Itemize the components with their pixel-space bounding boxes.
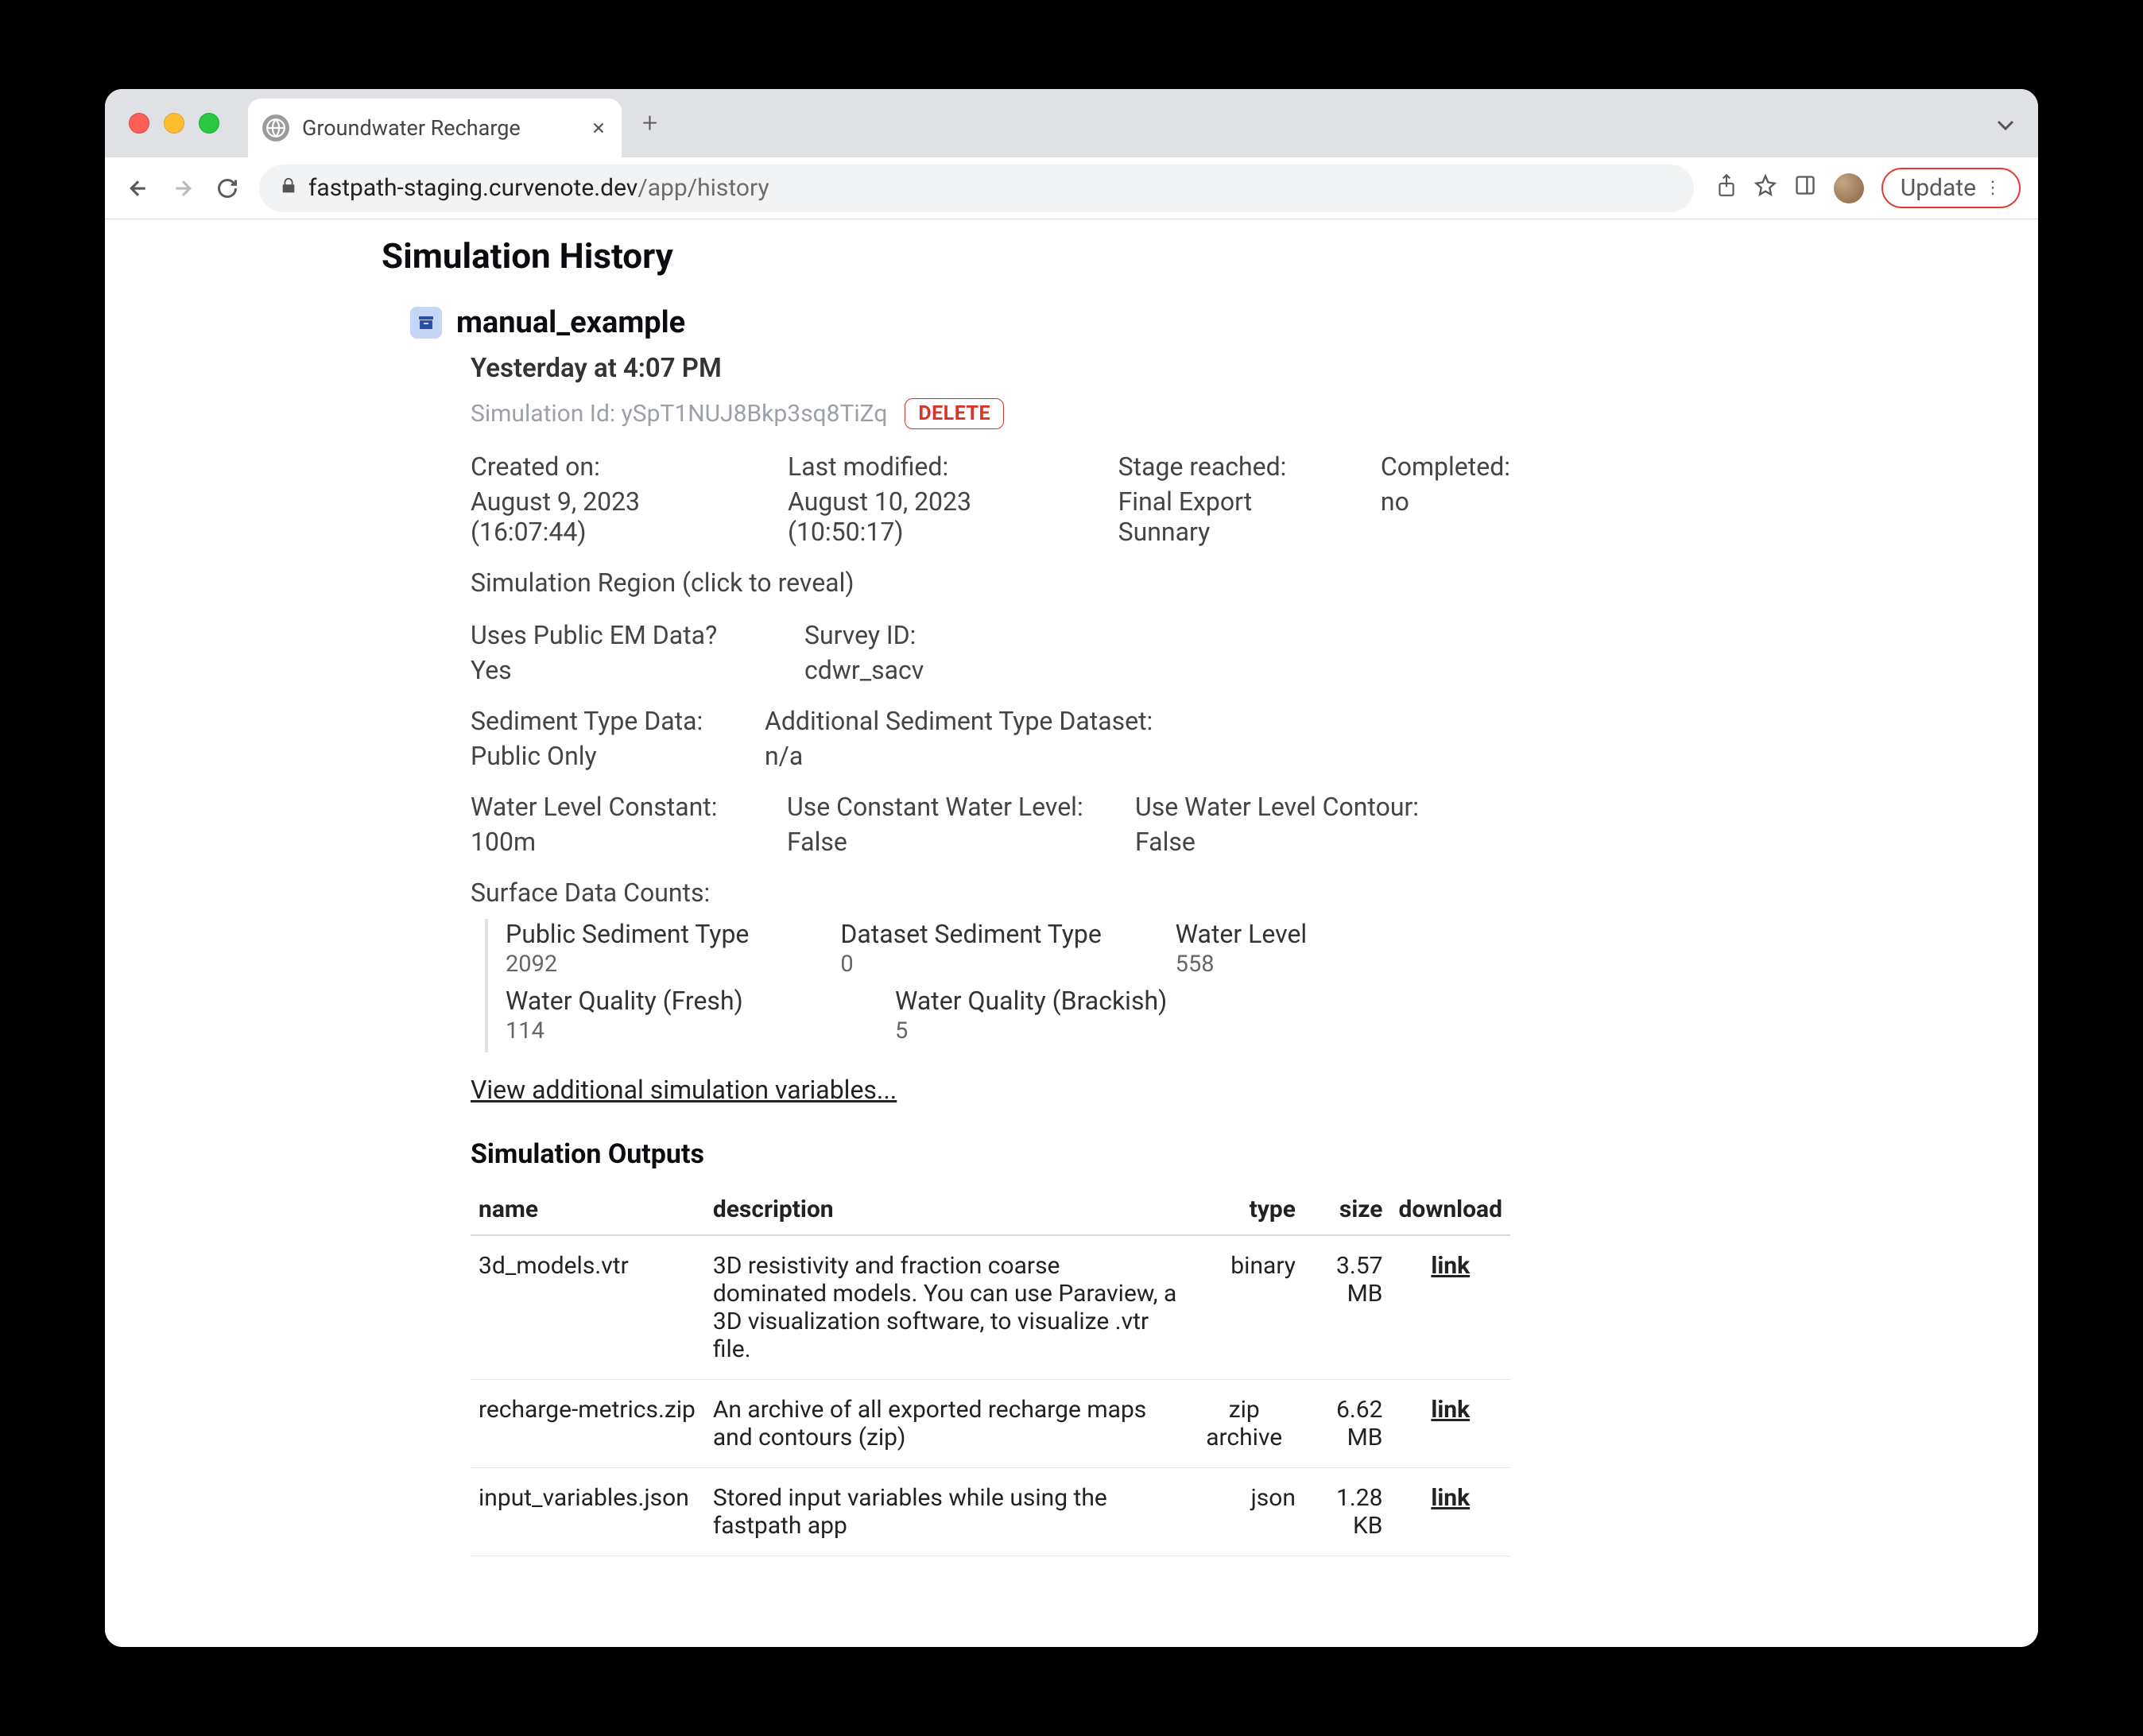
close-tab-icon[interactable]: [590, 119, 607, 137]
url-text: fastpath-staging.curvenote.dev/app/histo…: [308, 174, 769, 202]
simulation-header: manual_example: [410, 305, 1510, 340]
download-link[interactable]: link: [1431, 1396, 1470, 1424]
simulation-name: manual_example: [456, 305, 685, 340]
page-content: Simulation History manual_example Yester…: [105, 219, 2038, 1647]
simulation-time: Yesterday at 4:07 PM: [471, 353, 1510, 384]
created-on-value: August 9, 2023 (16:07:44): [471, 486, 740, 547]
completed-value: no: [1381, 486, 1510, 517]
globe-icon: [262, 114, 289, 141]
archive-icon: [410, 307, 442, 339]
maximize-window-button[interactable]: [199, 113, 219, 134]
output-name: recharge-metrics.zip: [471, 1380, 705, 1468]
survey-id-label: Survey ID:: [804, 620, 924, 650]
star-icon[interactable]: [1754, 174, 1777, 203]
uses-public-em-value: Yes: [471, 655, 757, 685]
col-download: download: [1391, 1184, 1511, 1235]
menu-dots-icon: ⋮: [1984, 178, 2002, 198]
col-size: size: [1304, 1184, 1391, 1235]
back-button[interactable]: [122, 172, 154, 204]
dataset-sediment-label: Dataset Sediment Type: [840, 919, 1175, 949]
public-sediment-label: Public Sediment Type: [506, 919, 840, 949]
wq-brackish-label: Water Quality (Brackish): [895, 986, 1285, 1016]
address-actions: Update ⋮: [1716, 168, 2021, 208]
browser-tab[interactable]: Groundwater Recharge: [248, 99, 622, 157]
water-level-count-label: Water Level: [1176, 919, 1510, 949]
browser-window: Groundwater Recharge +: [105, 89, 2038, 1647]
output-desc: An archive of all exported recharge maps…: [705, 1380, 1185, 1468]
view-additional-vars-link[interactable]: View additional simulation variables...: [471, 1075, 1510, 1105]
use-water-level-contour-value: False: [1135, 827, 1419, 857]
panel-icon[interactable]: [1794, 174, 1816, 203]
surface-counts: Public Sediment Type 2092 Dataset Sedime…: [485, 919, 1510, 1052]
output-name: input_variables.json: [471, 1468, 705, 1556]
lock-icon: [280, 177, 297, 200]
reload-button[interactable]: [211, 172, 243, 204]
stage-reached-label: Stage reached:: [1118, 451, 1333, 482]
col-name: name: [471, 1184, 705, 1235]
output-size: 1.28 KB: [1304, 1468, 1391, 1556]
output-size: 6.62 MB: [1304, 1380, 1391, 1468]
wq-fresh-label: Water Quality (Fresh): [506, 986, 895, 1016]
outputs-table: name description type size download 3d_m…: [471, 1184, 1510, 1556]
water-level-constant-value: 100m: [471, 827, 749, 857]
simulation-outputs-title: Simulation Outputs: [471, 1138, 1510, 1170]
table-row: input_variables.json Stored input variab…: [471, 1468, 1510, 1556]
wq-fresh-value: 114: [506, 1017, 895, 1044]
col-type: type: [1184, 1184, 1303, 1235]
use-water-level-contour-label: Use Water Level Contour:: [1135, 792, 1419, 822]
output-name: 3d_models.vtr: [471, 1235, 705, 1380]
download-link[interactable]: link: [1431, 1252, 1470, 1280]
water-level-count-value: 558: [1176, 951, 1510, 978]
close-window-button[interactable]: [129, 113, 149, 134]
table-row: 3d_models.vtr 3D resistivity and fractio…: [471, 1235, 1510, 1380]
created-on-label: Created on:: [471, 451, 740, 482]
address-bar: fastpath-staging.curvenote.dev/app/histo…: [105, 157, 2038, 219]
output-type: zip archive: [1184, 1380, 1303, 1468]
water-level-constant-label: Water Level Constant:: [471, 792, 749, 822]
output-desc: Stored input variables while using the f…: [705, 1468, 1185, 1556]
share-icon[interactable]: [1716, 173, 1737, 203]
last-modified-value: August 10, 2023 (10:50:17): [788, 486, 1071, 547]
chevron-down-icon[interactable]: [1997, 110, 2014, 137]
tab-title: Groundwater Recharge: [302, 115, 521, 141]
use-constant-water-level-value: False: [787, 827, 1097, 857]
output-desc: 3D resistivity and fraction coarse domin…: [705, 1235, 1185, 1380]
survey-id-value: cdwr_sacv: [804, 655, 924, 685]
stage-reached-value: Final Export Sunnary: [1118, 486, 1333, 547]
simulation-id: Simulation Id: ySpT1NUJ8Bkp3sq8TiZq: [471, 400, 887, 428]
output-type: binary: [1184, 1235, 1303, 1380]
profile-avatar[interactable]: [1834, 173, 1864, 203]
dataset-sediment-value: 0: [840, 951, 1175, 978]
delete-button[interactable]: DELETE: [905, 398, 1004, 429]
sediment-type-data-label: Sediment Type Data:: [471, 706, 717, 736]
forward-button[interactable]: [167, 172, 199, 204]
use-constant-water-level-label: Use Constant Water Level:: [787, 792, 1097, 822]
additional-sediment-label: Additional Sediment Type Dataset:: [765, 706, 1153, 736]
output-type: json: [1184, 1468, 1303, 1556]
download-link[interactable]: link: [1431, 1484, 1470, 1512]
new-tab-button[interactable]: +: [642, 107, 657, 139]
nav-buttons: [122, 172, 243, 204]
minimize-window-button[interactable]: [164, 113, 184, 134]
address-field[interactable]: fastpath-staging.curvenote.dev/app/histo…: [259, 165, 1694, 212]
completed-label: Completed:: [1381, 451, 1510, 482]
update-button[interactable]: Update ⋮: [1881, 168, 2021, 208]
public-sediment-value: 2092: [506, 951, 840, 978]
col-description: description: [705, 1184, 1185, 1235]
output-size: 3.57 MB: [1304, 1235, 1391, 1380]
page-title: Simulation History: [382, 235, 1510, 277]
surface-data-counts-title: Surface Data Counts:: [471, 878, 1510, 908]
window-controls: [129, 113, 219, 134]
wq-brackish-value: 5: [895, 1017, 1285, 1044]
uses-public-em-label: Uses Public EM Data?: [471, 620, 757, 650]
simulation-region-reveal[interactable]: Simulation Region (click to reveal): [471, 568, 1510, 598]
table-row: recharge-metrics.zip An archive of all e…: [471, 1380, 1510, 1468]
sediment-type-data-value: Public Only: [471, 741, 717, 771]
additional-sediment-value: n/a: [765, 741, 1153, 771]
last-modified-label: Last modified:: [788, 451, 1071, 482]
titlebar: Groundwater Recharge +: [105, 89, 2038, 157]
